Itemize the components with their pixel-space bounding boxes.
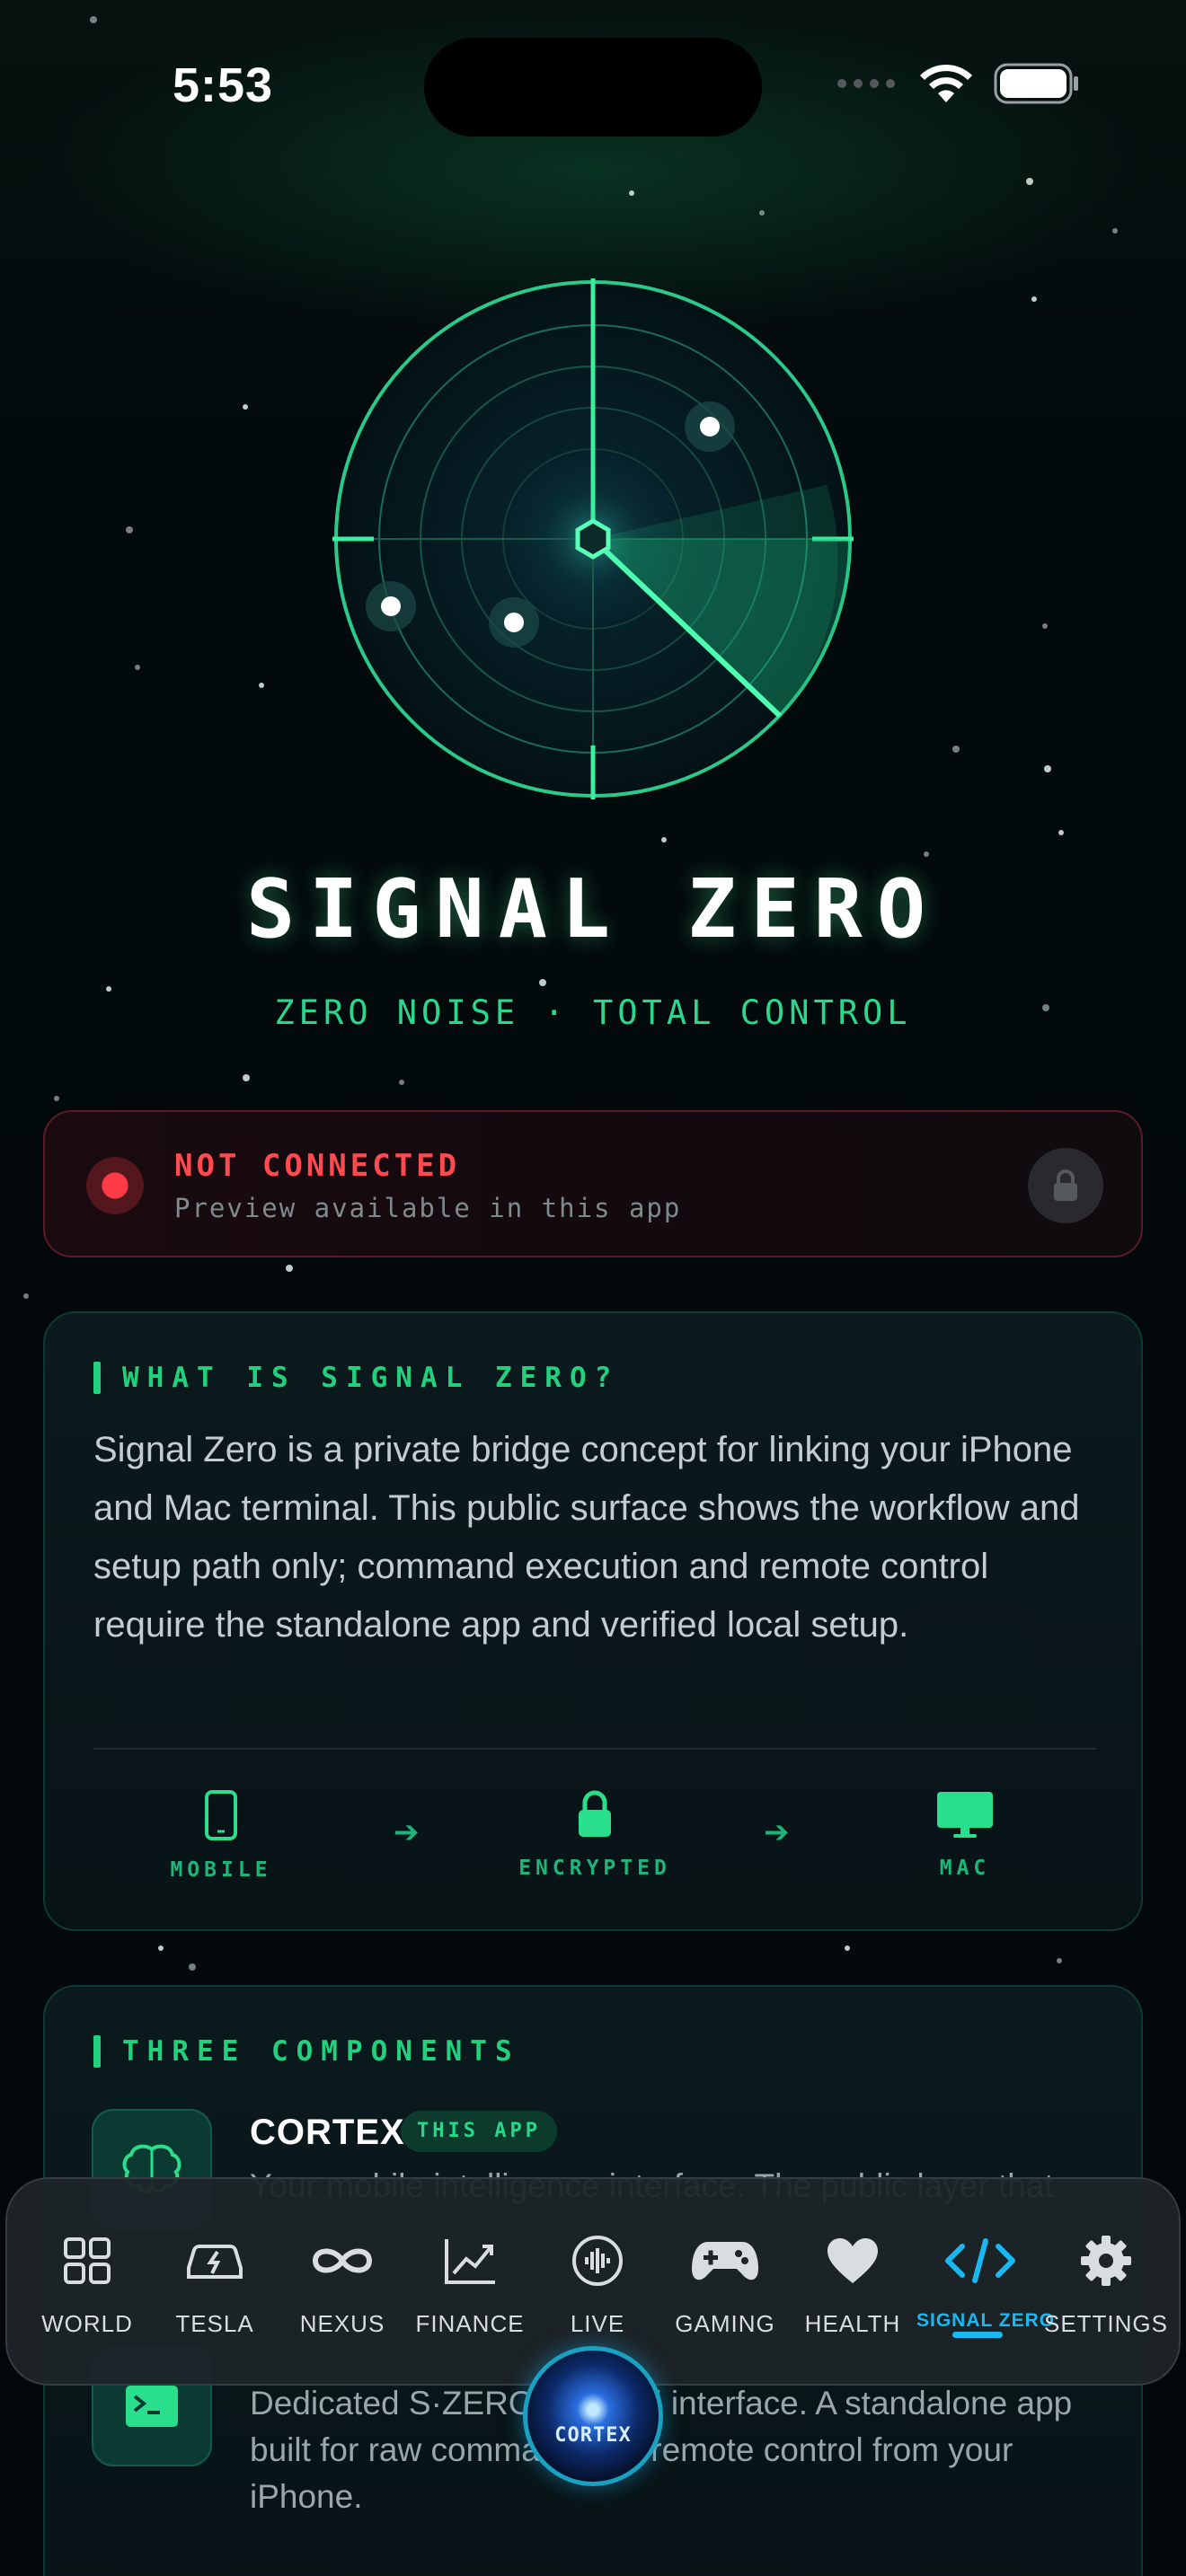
tab-label: SIGNAL ZERO (916, 2310, 1056, 2331)
tab-finance[interactable]: FINANCE (406, 2229, 534, 2338)
what-is-card: WHAT IS SIGNAL ZERO? Signal Zero is a pr… (43, 1311, 1143, 1931)
star (90, 16, 97, 23)
connection-detail: Preview available in this app (174, 1193, 682, 1223)
grid-icon (23, 2229, 151, 2292)
star (243, 404, 248, 410)
tab-settings[interactable]: SETTINGS (1042, 2229, 1170, 2338)
tab-tesla[interactable]: TESLA (151, 2229, 279, 2338)
star (845, 1945, 850, 1951)
tab-label: SETTINGS (1043, 2310, 1168, 2337)
section-heading: WHAT IS SIGNAL ZERO? (93, 1362, 619, 1394)
cortex-label: CORTEX (554, 2424, 632, 2447)
star (286, 1265, 293, 1272)
flow-label: MAC (939, 1857, 991, 1880)
lock-icon (575, 1790, 615, 1843)
dynamic-island (424, 38, 762, 137)
star (1026, 178, 1033, 185)
tab-label: GAMING (675, 2310, 775, 2337)
star (1044, 765, 1051, 772)
signal-zero-screen: 5:53 SIGNAL ZERO ZERO NOISE · TOTAL CONT… (0, 0, 1186, 2576)
divider (93, 1748, 1096, 1750)
battery-icon (994, 63, 1080, 109)
star (629, 190, 634, 196)
chart-icon (406, 2229, 534, 2292)
star (243, 1074, 250, 1081)
star (135, 665, 140, 670)
flow-mobile: MOBILE (122, 1789, 320, 1882)
star (952, 745, 960, 753)
connection-status-card[interactable]: NOT CONNECTED Preview available in this … (43, 1110, 1143, 1257)
tab-label: HEALTH (804, 2310, 901, 2337)
wifi-icon (918, 63, 974, 109)
flow-mac: MAC (866, 1789, 1064, 1880)
flow-label: MOBILE (170, 1858, 272, 1882)
component-description: Dedicated S·ZERO terminal interface. A s… (250, 2385, 1073, 2515)
tab-live[interactable]: LIVE (534, 2229, 661, 2338)
infinity-icon (279, 2229, 406, 2292)
status-dot-icon (86, 1157, 144, 1214)
hero-title: SIGNAL ZERO (245, 862, 941, 957)
tab-label: WORLD (41, 2310, 133, 2337)
flow-encrypted: ENCRYPTED (496, 1789, 694, 1880)
status-icons (836, 63, 1080, 108)
tab-health[interactable]: HEALTH (789, 2229, 916, 2338)
lock-icon[interactable] (1028, 1148, 1103, 1223)
tab-label: NEXUS (299, 2310, 385, 2337)
tab-label: TESLA (175, 2310, 254, 2337)
star (54, 1096, 59, 1101)
star (158, 1945, 164, 1951)
arrow-right-icon: ➔ (764, 1815, 790, 1849)
star (1031, 296, 1037, 302)
cortex-button[interactable]: CORTEX (523, 2346, 663, 2486)
star (1057, 1958, 1062, 1963)
tab-gaming[interactable]: GAMING (661, 2229, 789, 2338)
this-app-badge: THIS APP (401, 2111, 557, 2152)
tab-label: FINANCE (415, 2310, 525, 2337)
arrow-right-icon: ➔ (394, 1815, 420, 1849)
star (924, 851, 929, 857)
star (23, 1293, 29, 1299)
car-bolt-icon (151, 2229, 279, 2292)
tab-nexus[interactable]: NEXUS (279, 2229, 406, 2338)
section-heading: THREE COMPONENTS (93, 2035, 520, 2068)
hero-subtitle: ZERO NOISE · TOTAL CONTROL (274, 993, 912, 1032)
star (759, 210, 765, 216)
heart-icon (789, 2229, 916, 2292)
monitor-icon (935, 1792, 995, 1843)
tab-world[interactable]: WORLD (23, 2229, 151, 2338)
code-icon (916, 2229, 1044, 2292)
star (259, 683, 264, 688)
status-time: 5:53 (173, 58, 274, 112)
connection-status: NOT CONNECTED (174, 1148, 461, 1184)
star (189, 1963, 196, 1971)
star (1112, 228, 1118, 234)
active-tab-indicator (952, 2332, 1003, 2338)
phone-icon (203, 1790, 239, 1845)
radar-display (332, 278, 854, 799)
gear-icon (1042, 2229, 1170, 2292)
star (106, 986, 111, 992)
star (661, 837, 667, 842)
star (399, 1080, 404, 1085)
star (1058, 830, 1064, 835)
flow-label: ENCRYPTED (518, 1857, 671, 1880)
tab-label: LIVE (570, 2310, 625, 2337)
tab-signal-zero[interactable]: SIGNAL ZERO (916, 2229, 1056, 2332)
star (1042, 623, 1048, 629)
star (126, 526, 133, 534)
info-body: Signal Zero is a private bridge concept … (93, 1430, 1080, 1645)
signal-icon (836, 77, 898, 94)
gamepad-icon (661, 2229, 789, 2292)
star (539, 979, 546, 986)
component-name: CORTEX (250, 2113, 405, 2152)
waveform-icon (534, 2229, 661, 2292)
